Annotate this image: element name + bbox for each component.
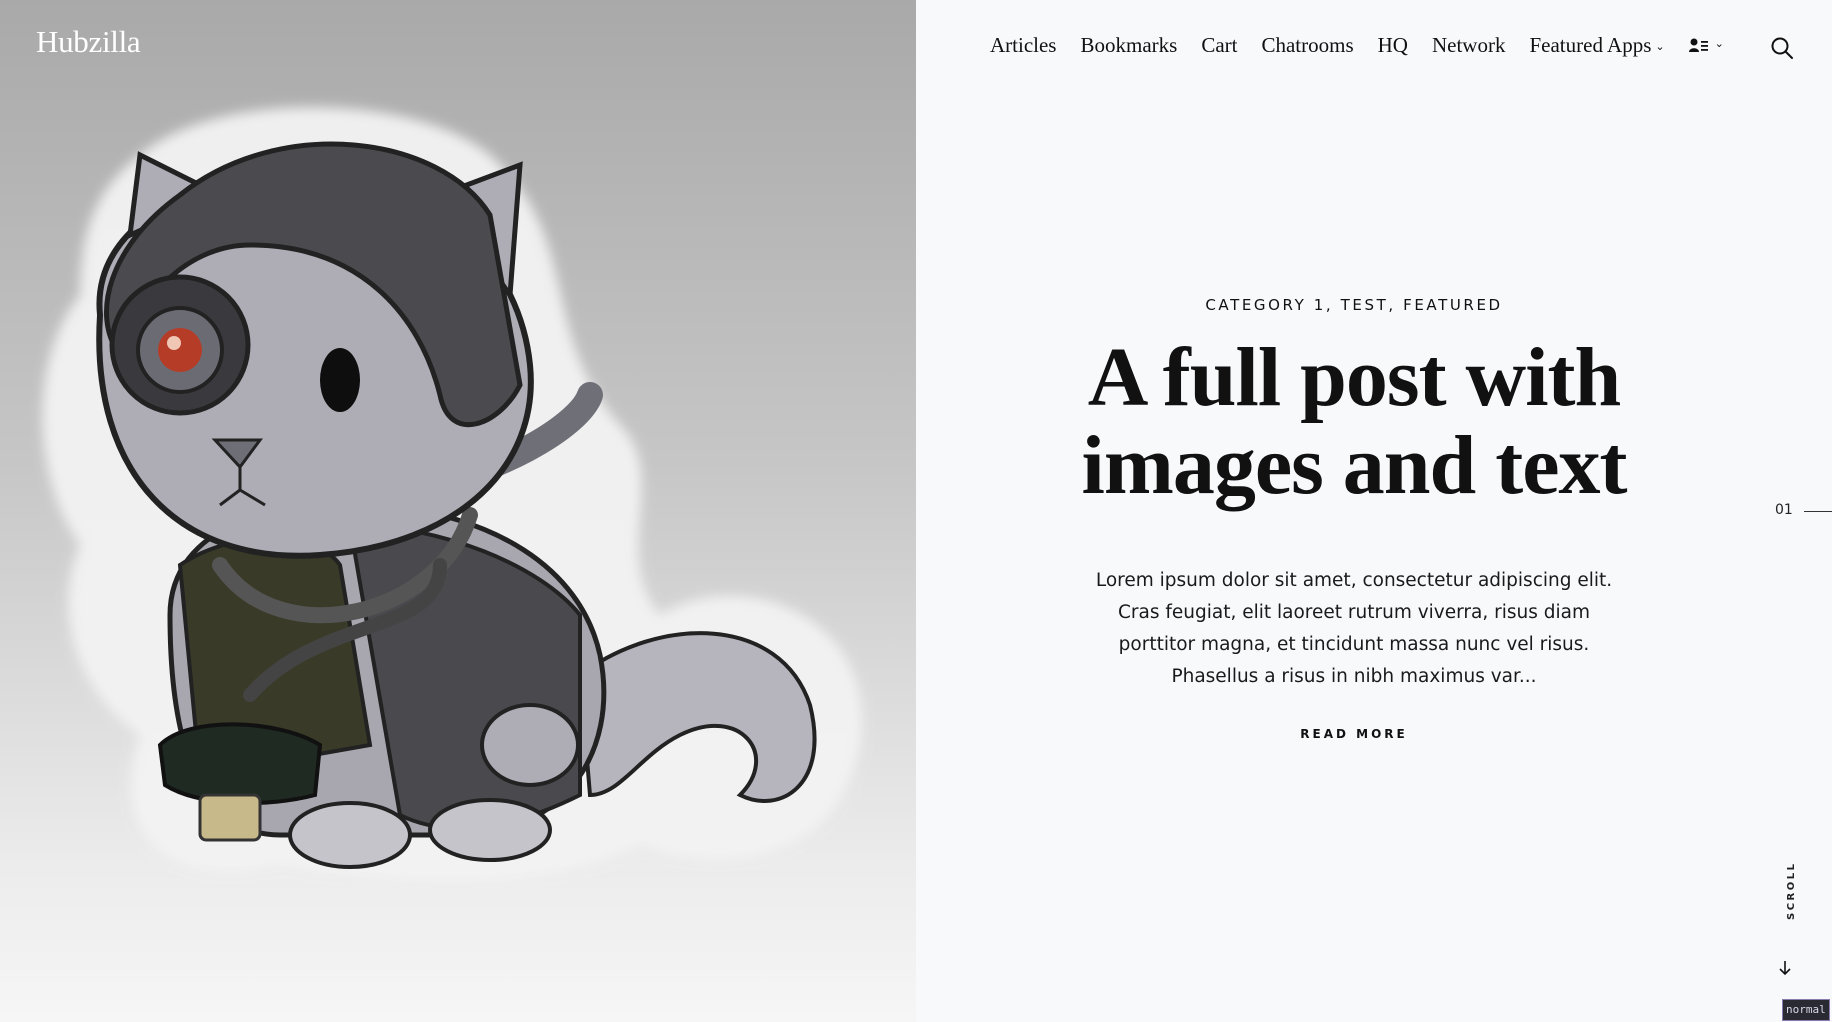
arrow-down-icon[interactable] bbox=[1778, 960, 1792, 976]
canister bbox=[198, 793, 262, 842]
user-list-icon bbox=[1688, 38, 1708, 52]
hero-illustration bbox=[42, 107, 862, 882]
post-title[interactable]: A full post with images and text bbox=[1060, 334, 1648, 510]
nav-item-featured-apps[interactable]: Featured Apps ⌄ bbox=[1529, 33, 1664, 58]
mode-badge: normal bbox=[1782, 999, 1830, 1021]
hip bbox=[480, 703, 580, 787]
site-title[interactable]: Hubzilla bbox=[36, 24, 141, 60]
nav-item-hq[interactable]: HQ bbox=[1378, 33, 1408, 58]
front-leg bbox=[288, 801, 412, 869]
cat-eye bbox=[320, 348, 360, 412]
featured-apps-label: Featured Apps bbox=[1529, 33, 1652, 57]
nav-item-articles[interactable]: Articles bbox=[990, 33, 1056, 58]
slide-number[interactable]: 01 bbox=[1775, 502, 1793, 518]
search-icon[interactable] bbox=[1770, 36, 1794, 60]
slide-indicator-line bbox=[1804, 511, 1832, 512]
nav-item-bookmarks[interactable]: Bookmarks bbox=[1080, 33, 1177, 58]
nav-item-network[interactable]: Network bbox=[1432, 33, 1505, 58]
nav-item-cart[interactable]: Cart bbox=[1201, 33, 1237, 58]
boot bbox=[157, 722, 323, 805]
nav-item-chatrooms[interactable]: Chatrooms bbox=[1261, 33, 1353, 58]
hero-panel: Hubzilla bbox=[0, 0, 916, 1022]
primary-nav: Articles Bookmarks Cart Chatrooms HQ Net… bbox=[990, 33, 1724, 58]
scroll-label[interactable]: SCROLL bbox=[1786, 862, 1797, 921]
post-categories[interactable]: CATEGORY 1, TEST, FEATURED bbox=[1060, 296, 1648, 314]
post-excerpt: Lorem ipsum dolor sit amet, consectetur … bbox=[1095, 570, 1613, 687]
featured-post: CATEGORY 1, TEST, FEATURED A full post w… bbox=[1060, 290, 1648, 743]
robot-eye-glow bbox=[158, 328, 202, 372]
chevron-down-icon: ⌄ bbox=[1655, 41, 1665, 53]
chevron-down-icon: ⌄ bbox=[1714, 38, 1724, 50]
read-more-link[interactable]: READ MORE bbox=[1300, 727, 1407, 741]
back-leg bbox=[428, 798, 552, 862]
user-menu-button[interactable]: ⌄ bbox=[1688, 38, 1724, 54]
